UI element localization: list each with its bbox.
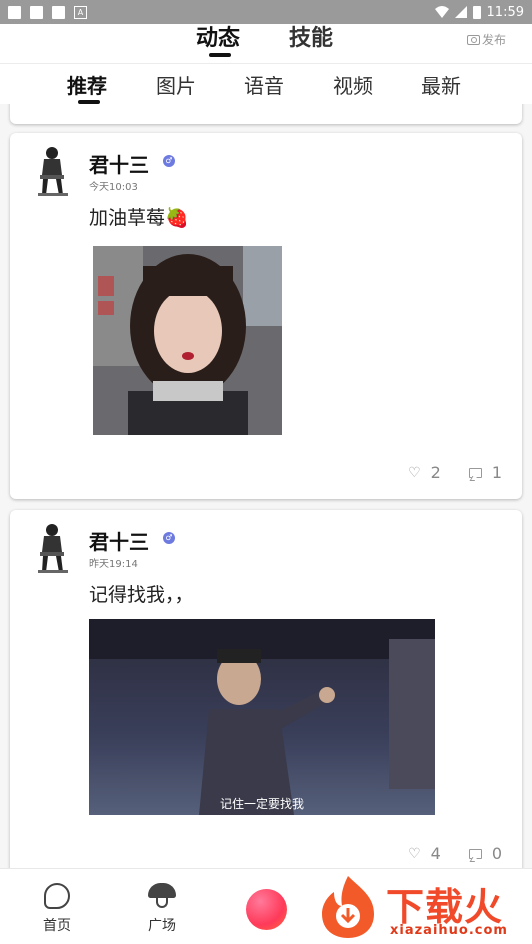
- post-image[interactable]: [93, 246, 282, 435]
- post-video[interactable]: 记住一定要找我: [89, 619, 435, 815]
- category-tab-bar: 推荐 图片 语音 视频 最新: [0, 64, 532, 104]
- tab-video[interactable]: 视频: [333, 70, 373, 99]
- watermark-url: xiazaihuo.com: [390, 923, 508, 938]
- signal-icon: [454, 6, 467, 18]
- tab-latest[interactable]: 最新: [421, 70, 461, 99]
- status-bar: A 11:59: [0, 0, 532, 24]
- comment-count: 1: [491, 463, 502, 482]
- tab-recommended-label: 推荐: [67, 74, 107, 98]
- avatar[interactable]: [34, 522, 72, 574]
- tab-moments[interactable]: 动态: [196, 24, 240, 64]
- heart-icon: ♡: [408, 845, 421, 862]
- post-time: 今天10:03: [89, 182, 138, 193]
- watermark: 下载火 xiazaihuo.com: [310, 870, 532, 944]
- post-card[interactable]: 君十三 ♂ 今天10:03 加油草莓🍓 ♡ 2 1: [10, 133, 522, 499]
- post-time: 昨天19:14: [89, 559, 138, 570]
- top-tab-bar: 动态 技能 发布: [0, 24, 532, 64]
- post-stats: ♡ 2 1: [408, 463, 502, 482]
- tab-latest-label: 最新: [421, 74, 461, 98]
- like-button[interactable]: ♡ 2: [408, 463, 441, 482]
- male-gender-badge: ♂: [163, 155, 175, 167]
- notification-icon: [52, 5, 65, 19]
- tab-recommended[interactable]: 推荐: [67, 70, 107, 104]
- video-subtitle: 记住一定要找我: [219, 797, 304, 811]
- tab-pictures[interactable]: 图片: [156, 70, 196, 99]
- like-count: 2: [430, 463, 441, 482]
- active-tab-indicator: [209, 53, 231, 57]
- tab-video-label: 视频: [333, 74, 373, 98]
- tab-skills[interactable]: 技能: [289, 24, 333, 64]
- male-gender-badge: ♂: [163, 532, 175, 544]
- like-button[interactable]: ♡ 4: [408, 844, 441, 863]
- video-thumbnail: [89, 619, 435, 815]
- flame-logo-icon: [322, 876, 374, 938]
- tab-voice-label: 语音: [244, 74, 284, 98]
- home-icon: [44, 883, 70, 909]
- nav-home-label: 首页: [43, 918, 71, 934]
- post-card[interactable]: 君十三 ♂ 昨天19:14 记得找我，， 记住一定要找我 ♡ 4 0: [10, 510, 522, 868]
- username[interactable]: 君十三: [89, 149, 149, 178]
- tab-moments-label: 动态: [196, 26, 241, 51]
- like-count: 4: [430, 844, 441, 863]
- tab-pictures-label: 图片: [156, 74, 196, 98]
- previous-post-card: [10, 104, 522, 124]
- post-text: 加油草莓🍓: [89, 207, 189, 229]
- notification-icon: [8, 5, 21, 19]
- tab-voice[interactable]: 语音: [244, 70, 284, 99]
- heart-icon: ♡: [408, 464, 421, 481]
- publish-button[interactable]: 发布: [466, 31, 506, 48]
- nav-square-label: 广场: [148, 918, 176, 934]
- square-icon: [148, 883, 176, 909]
- font-notification-icon: A: [74, 5, 87, 19]
- wifi-icon: [434, 6, 449, 18]
- notification-icon: [30, 5, 43, 19]
- post-stats: ♡ 4 0: [408, 844, 502, 863]
- comment-button[interactable]: 0: [468, 844, 502, 863]
- battery-icon: [472, 5, 481, 19]
- publish-post-button[interactable]: [246, 889, 287, 930]
- publish-label: 发布: [481, 33, 506, 47]
- comment-count: 0: [491, 844, 502, 863]
- avatar[interactable]: [34, 145, 72, 197]
- post-text: 记得找我，，: [89, 584, 194, 606]
- post-feed[interactable]: 君十三 ♂ 今天10:03 加油草莓🍓 ♡ 2 1 君十三 ♂ 昨天19:14 …: [0, 104, 532, 868]
- comment-button[interactable]: 1: [468, 463, 502, 482]
- nav-home[interactable]: 首页: [27, 883, 87, 935]
- comment-icon: [468, 467, 482, 478]
- nav-square[interactable]: 广场: [132, 883, 192, 935]
- username[interactable]: 君十三: [89, 526, 149, 555]
- comment-icon: [468, 848, 482, 859]
- tab-skills-label: 技能: [289, 26, 334, 51]
- camera-icon: [466, 34, 480, 45]
- status-time: 11:59: [486, 4, 524, 20]
